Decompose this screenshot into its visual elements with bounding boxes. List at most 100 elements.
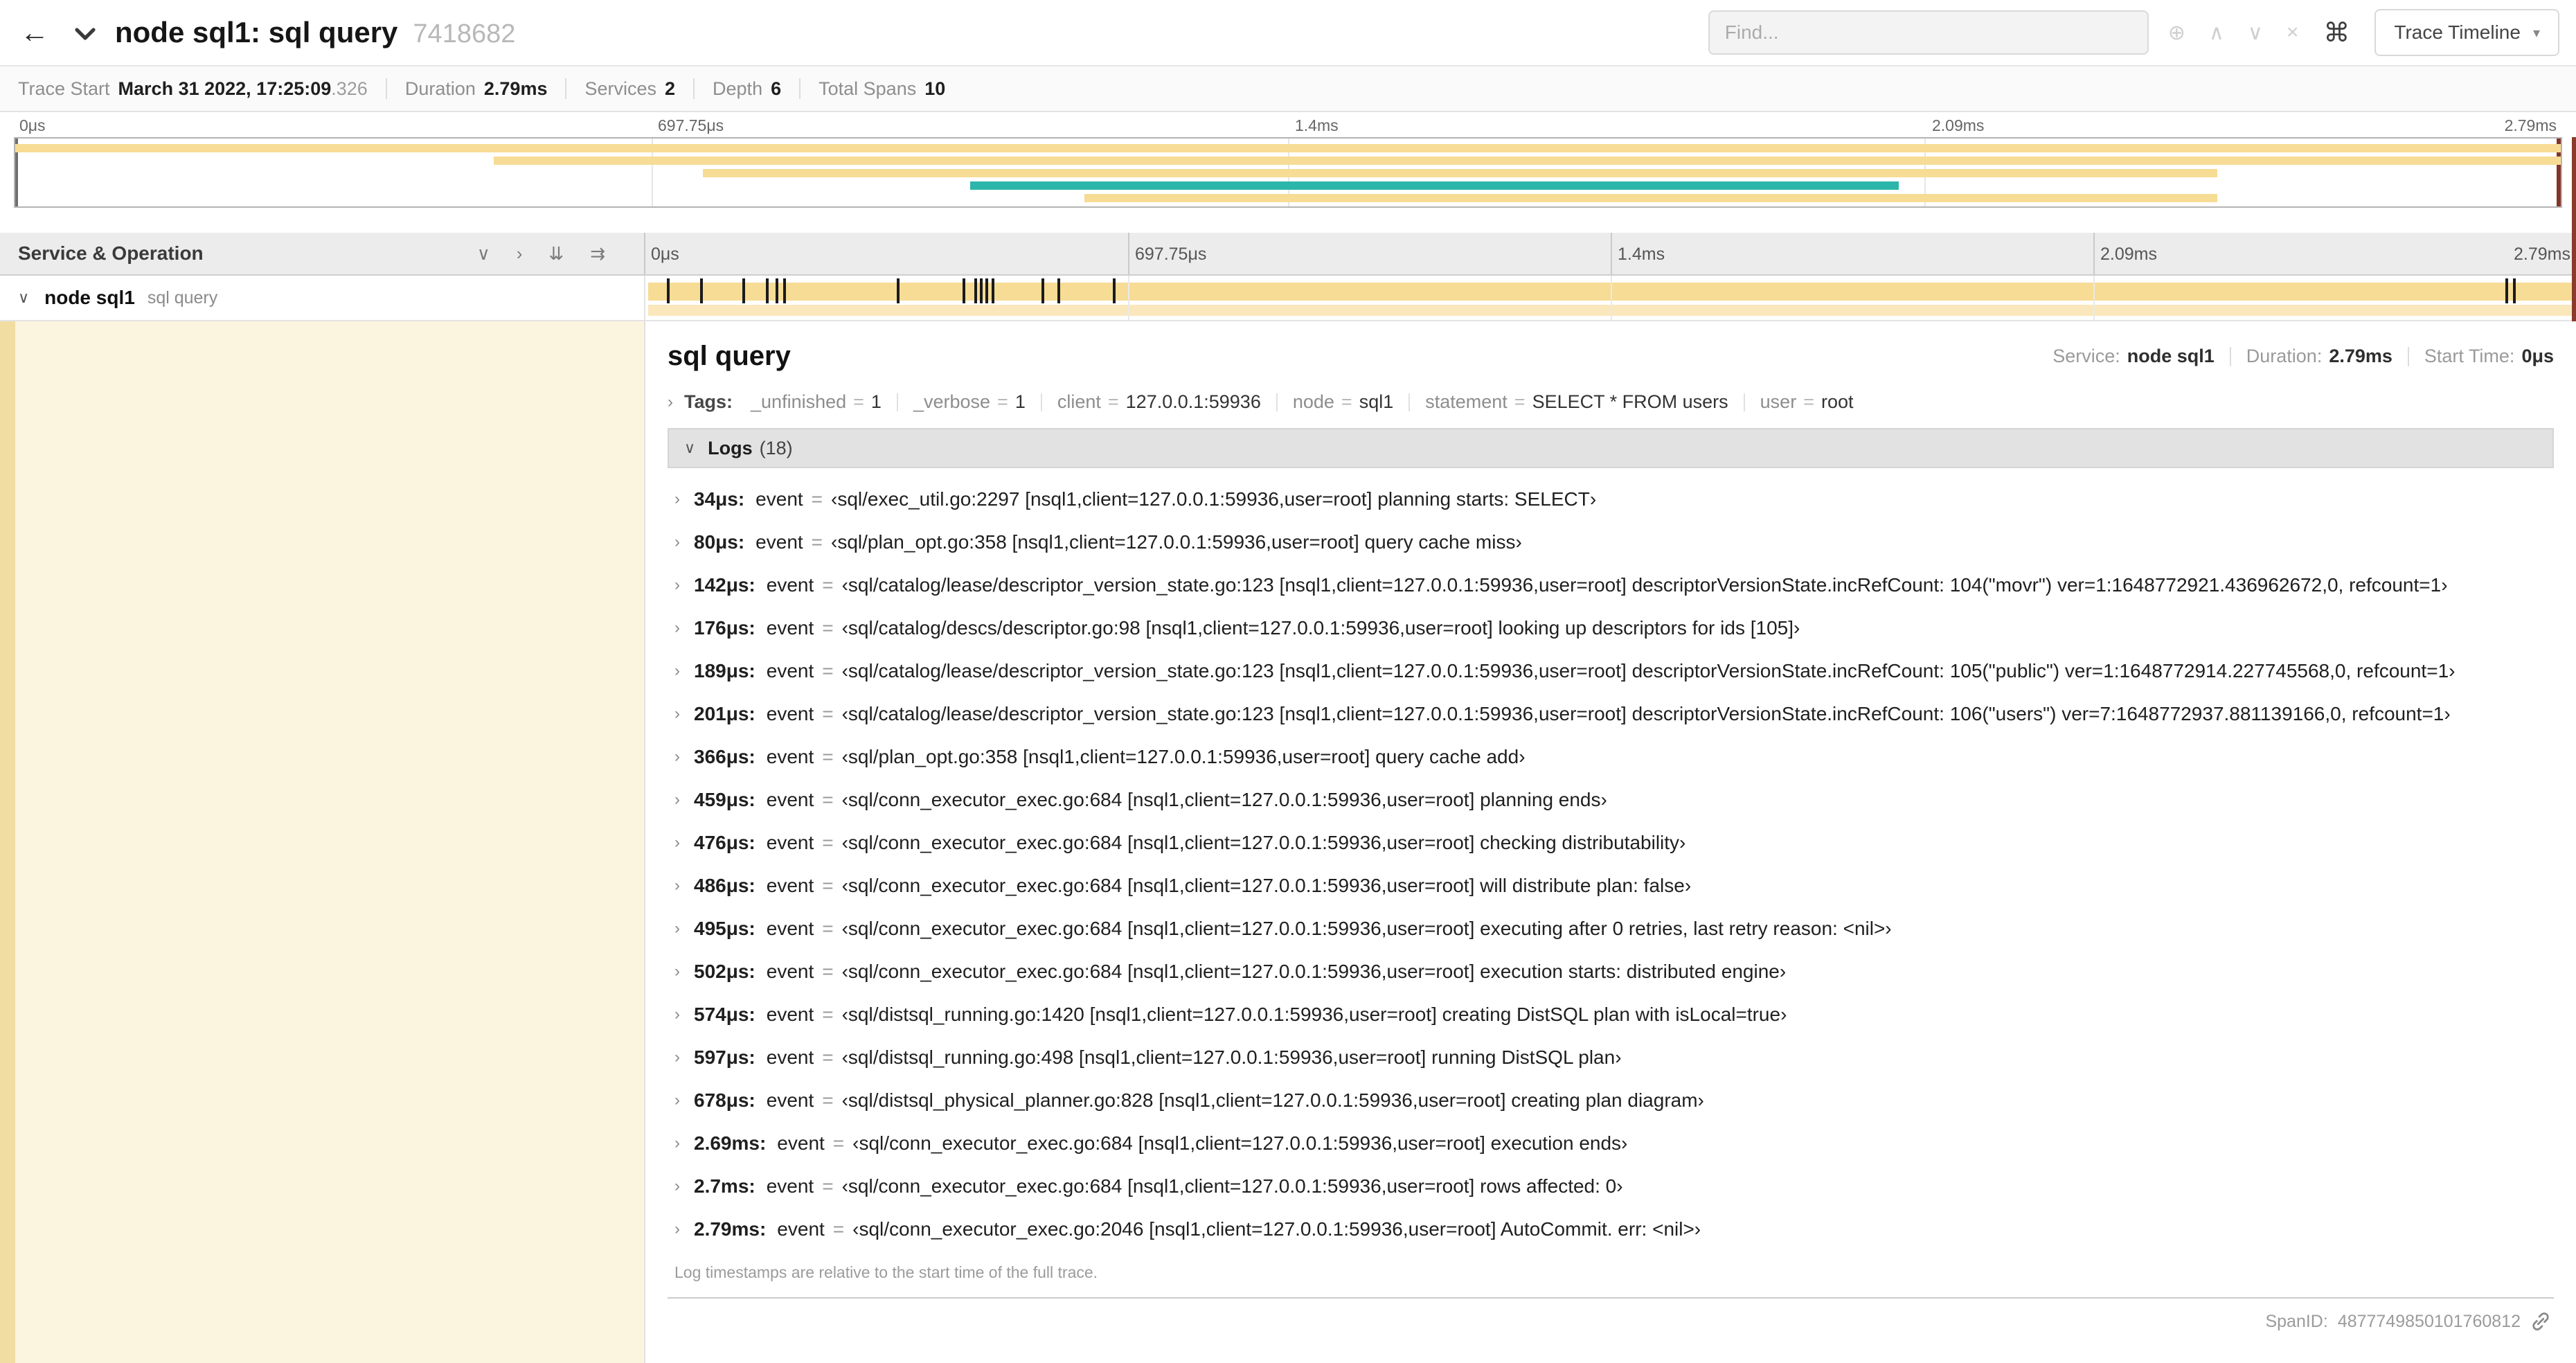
tick-label: 2.09ms [1932, 116, 1985, 134]
log-row[interactable]: › 2.7ms: event = ‹sql/conn_executor_exec.go:… [674, 1165, 2554, 1208]
log-timestamp: 80μs: [694, 531, 745, 553]
log-timestamp: 486μs: [694, 875, 755, 896]
log-marker [765, 278, 769, 303]
log-row[interactable]: › 176μs: event = ‹sql/catalog/descs/descript… [674, 607, 2554, 650]
log-row[interactable]: › 486μs: event = ‹sql/conn_executor_exec.go:… [674, 864, 2554, 907]
log-row[interactable]: › 459μs: event = ‹sql/conn_executor_exec.go:… [674, 778, 2554, 821]
log-row[interactable]: › 2.79ms: event = ‹sql/conn_executor_exec.go… [674, 1208, 2554, 1251]
search-clear-icon[interactable]: × [2287, 21, 2299, 44]
log-row[interactable]: › 495μs: event = ‹sql/conn_executor_exec.go:… [674, 907, 2554, 950]
view-options-button[interactable]: Trace Timeline ▾ [2374, 9, 2559, 56]
summary-item-value: 6 [771, 78, 782, 99]
log-row[interactable]: › 476μs: event = ‹sql/conn_executor_exec.go:… [674, 821, 2554, 864]
log-key: event [755, 531, 803, 553]
log-timestamp: 597μs: [694, 1046, 755, 1068]
summary-item-value: 2.79ms [483, 78, 548, 99]
log-row[interactable]: › 366μs: event = ‹sql/plan_opt.go:358 [nsql1… [674, 736, 2554, 778]
view-range-end-marker [2572, 137, 2576, 321]
trace-name: node sql1: sql query [115, 16, 398, 48]
minimap-canvas[interactable] [14, 137, 2562, 208]
log-row[interactable]: › 2.69ms: event = ‹sql/conn_executor_exec.go… [674, 1122, 2554, 1165]
minimap-time-axis: 0μs 697.75μs 1.4ms 2.09ms 2.79ms [14, 116, 2562, 137]
chevron-right-icon: › [674, 1091, 680, 1110]
log-row[interactable]: › 678μs: event = ‹sql/distsql_physical_plann… [674, 1079, 2554, 1122]
equals-sign: = [822, 961, 834, 982]
log-key: event [766, 746, 814, 767]
summary-item-label: Trace Start [18, 78, 110, 99]
chevron-down-icon: ▾ [2532, 25, 2540, 41]
log-row[interactable]: › 574μs: event = ‹sql/distsql_running.go:142… [674, 993, 2554, 1036]
log-value: ‹sql/conn_executor_exec.go:684 [nsql1,cl… [841, 961, 1787, 982]
copy-link-icon[interactable] [2530, 1311, 2551, 1332]
log-timestamp: 189μs: [694, 660, 755, 682]
log-key: event [777, 1218, 825, 1240]
collapse-one-icon[interactable]: ∨ [477, 243, 490, 265]
log-row[interactable]: › 597μs: event = ‹sql/distsql_running.go:498… [674, 1036, 2554, 1079]
gridline [1611, 276, 1612, 320]
timeline-header: Service & Operation ∨ › ⇊ ⇉ 0μs 697.75μs 1… [0, 233, 2576, 276]
log-timestamp: 2.69ms: [694, 1132, 767, 1154]
chevron-right-icon: › [674, 1005, 680, 1024]
expand-one-icon[interactable]: › [517, 243, 523, 265]
chevron-right-icon: › [674, 533, 680, 551]
log-row[interactable]: › 142μs: event = ‹sql/catalog/lease/descript… [674, 564, 2554, 607]
log-value: ‹sql/conn_executor_exec.go:684 [nsql1,cl… [852, 1132, 1628, 1154]
find-input[interactable] [1708, 10, 2149, 55]
log-value: ‹sql/conn_executor_exec.go:684 [nsql1,cl… [841, 832, 1686, 853]
log-marker [1057, 278, 1060, 303]
log-row[interactable]: › 34μs: event = ‹sql/exec_util.go:2297 [nsql… [674, 478, 2554, 521]
log-key: event [766, 617, 814, 639]
minimap-span-bar [15, 144, 2561, 152]
tags-accordion[interactable]: › Tags: _unfinished = 1 _verbose = 1 client = 12… [668, 386, 2554, 425]
log-value: ‹sql/plan_opt.go:358 [nsql1,client=127.0… [841, 746, 1526, 767]
log-marker [991, 278, 994, 303]
tick-label: 2.79ms [2504, 116, 2557, 134]
log-timestamp: 2.79ms: [694, 1218, 767, 1240]
keyboard-shortcuts-icon[interactable]: ⌘ [2320, 17, 2352, 48]
log-row[interactable]: › 80μs: event = ‹sql/plan_opt.go:358 [nsql1,… [674, 521, 2554, 564]
tick-label: 1.4ms [1618, 244, 1665, 264]
log-timestamp: 2.7ms: [694, 1175, 755, 1197]
minimap-span-bar [494, 157, 2561, 165]
trace-collapse-toggle[interactable] [75, 28, 96, 40]
equals-sign: = [811, 531, 823, 553]
log-key: event [766, 1089, 814, 1111]
equals-sign: = [822, 875, 834, 896]
span-service-name: node sql1 [44, 287, 135, 308]
summary-item-value: 2 [665, 78, 676, 99]
tag-item: _unfinished = 1 [751, 391, 882, 413]
back-button[interactable]: ← [11, 9, 58, 56]
summary-item-label: Depth [713, 78, 763, 99]
search-prev-icon[interactable]: ∧ [2209, 21, 2224, 45]
chevron-right-icon: › [674, 962, 680, 981]
tag-value: 127.0.0.1:59936 [1125, 391, 1261, 412]
log-value: ‹sql/plan_opt.go:358 [nsql1,client=127.0… [831, 531, 1522, 553]
timeline-ruler[interactable]: 0μs 697.75μs 1.4ms 2.09ms 2.79ms [645, 233, 2576, 274]
log-row[interactable]: › 201μs: event = ‹sql/catalog/lease/descript… [674, 693, 2554, 736]
chevron-down-icon[interactable]: ∨ [18, 289, 29, 307]
equals-sign: = [822, 660, 834, 682]
tag-value: 1 [870, 391, 882, 412]
tag-item: user = root [1760, 391, 1854, 413]
chevron-down-icon [75, 28, 96, 40]
detail-field-value: 2.79ms [2329, 346, 2392, 366]
equals-sign: = [832, 1218, 845, 1240]
divider [2407, 346, 2409, 366]
divider [896, 393, 898, 411]
logs-count: (18) [759, 437, 793, 458]
span-bar-area[interactable] [645, 276, 2576, 320]
tick-label: 697.75μs [658, 116, 724, 134]
expand-all-icon[interactable]: ⇉ [590, 243, 605, 265]
chevron-right-icon: › [674, 1177, 680, 1195]
log-timestamp: 459μs: [694, 789, 755, 810]
search-count-icon[interactable]: ⊕ [2168, 21, 2185, 45]
gridline [2093, 233, 2095, 274]
log-row[interactable]: › 189μs: event = ‹sql/catalog/lease/descript… [674, 650, 2554, 693]
tick-label: 2.09ms [2100, 244, 2157, 264]
collapse-all-icon[interactable]: ⇊ [548, 243, 564, 265]
search-next-icon[interactable]: ∨ [2248, 21, 2263, 45]
span-row-name-column[interactable]: ∨ node sql1 sql query [0, 276, 645, 320]
logs-header[interactable]: ∨ Logs (18) [668, 428, 2554, 468]
log-row[interactable]: › 502μs: event = ‹sql/conn_executor_exec.go:… [674, 950, 2554, 993]
log-key: event [766, 1004, 814, 1025]
